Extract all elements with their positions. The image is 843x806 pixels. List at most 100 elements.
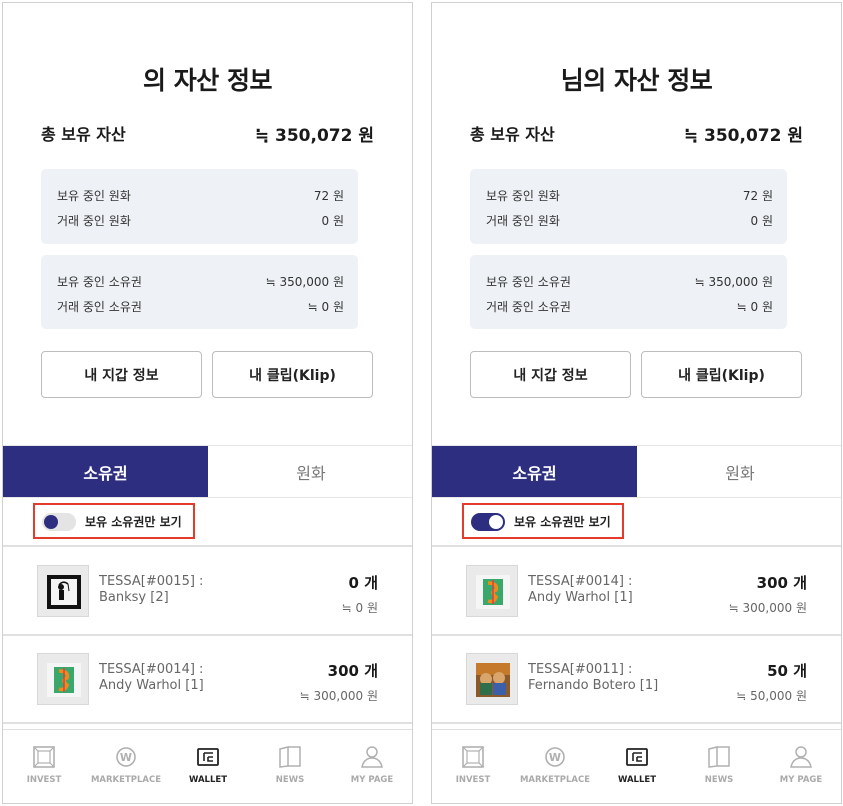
cash-held-label: 보유 중인 원화: [486, 189, 560, 203]
ownership-held-value: ≒ 350,000 원: [265, 275, 344, 289]
klip-button[interactable]: 내 클립(Klip): [641, 351, 802, 398]
cash-trading-value: 0 원: [750, 214, 774, 228]
list-item[interactable]: TESSA[#0015] : Banksy [2] 0 개 ≒ 0 원: [3, 549, 412, 635]
news-icon: [708, 746, 730, 768]
divider: [432, 497, 841, 498]
artwork-thumbnail: [466, 565, 518, 617]
artwork-id: TESSA[#0014] :: [528, 574, 633, 589]
tab-ownership[interactable]: 소유권: [3, 446, 208, 497]
ownership-trading-value: ≒ 0 원: [307, 300, 344, 314]
total-assets-row: 총 보유 자산 ≒ 350,072 원: [470, 121, 803, 147]
nav-mypage[interactable]: MY PAGE: [760, 744, 841, 785]
divider: [3, 545, 412, 547]
nav-news[interactable]: NEWS: [249, 744, 331, 785]
wallet-icon: [626, 748, 648, 766]
cash-trading-value: 0 원: [321, 214, 345, 228]
total-assets-label: 총 보유 자산: [41, 125, 126, 144]
ownership-trading-row: 거래 중인 소유권 ≒ 0 원: [486, 298, 773, 316]
owned-only-toggle[interactable]: [471, 513, 505, 531]
total-assets-value: ≒ 350,072 원: [254, 126, 374, 146]
artwork-value: ≒ 50,000 원: [736, 689, 807, 703]
artwork-name: TESSA[#0014] : Andy Warhol [1]: [99, 662, 249, 694]
cash-held-value: 72 원: [313, 189, 344, 203]
nav-invest[interactable]: INVEST: [3, 744, 85, 785]
ownership-trading-label: 거래 중인 소유권: [486, 300, 571, 314]
mypage-icon: [790, 746, 812, 768]
divider: [3, 634, 412, 636]
ownership-held-label: 보유 중인 소유권: [486, 275, 571, 289]
nav-label: WALLET: [188, 775, 227, 785]
svg-text:W: W: [120, 751, 132, 764]
divider: [432, 722, 841, 724]
ownership-summary-panel: 보유 중인 소유권 ≒ 350,000 원 거래 중인 소유권 ≒ 0 원: [41, 255, 358, 329]
cash-held-value: 72 원: [742, 189, 773, 203]
nav-label: INVEST: [455, 775, 491, 785]
nav-label: INVEST: [26, 775, 62, 785]
owned-only-toggle-highlight: 보유 소유권만 보기: [462, 503, 624, 539]
page-title: 의 자산 정보: [143, 66, 272, 95]
nav-wallet[interactable]: WALLET: [167, 744, 249, 785]
invest-icon: [462, 746, 484, 768]
svg-text:W: W: [549, 751, 561, 764]
owned-only-toggle-label: 보유 소유권만 보기: [85, 515, 182, 529]
ownership-held-label: 보유 중인 소유권: [57, 275, 142, 289]
bottom-nav: INVEST W MARKETPLACE WALLET NEWS MY PAGE: [432, 729, 841, 803]
artwork-artist: Andy Warhol [1]: [99, 678, 204, 693]
artwork-artist: Banksy [2]: [99, 590, 169, 605]
artwork-value: ≒ 300,000 원: [728, 601, 807, 615]
ownership-trading-row: 거래 중인 소유권 ≒ 0 원: [57, 298, 344, 316]
ownership-trading-value: ≒ 0 원: [736, 300, 773, 314]
list-item[interactable]: TESSA[#0014] : Andy Warhol [1] 300 개 ≒ 3…: [432, 549, 841, 635]
news-icon: [279, 746, 301, 768]
artwork-value: ≒ 300,000 원: [299, 689, 378, 703]
klip-button[interactable]: 내 클립(Klip): [212, 351, 373, 398]
wallet-icon: [197, 748, 219, 766]
ownership-held-row: 보유 중인 소유권 ≒ 350,000 원: [486, 273, 773, 291]
list-item[interactable]: TESSA[#0011] : Fernando Botero [1] 50 개 …: [432, 637, 841, 723]
ownership-held-value: ≒ 350,000 원: [694, 275, 773, 289]
nav-news[interactable]: NEWS: [678, 744, 760, 785]
cash-trading-label: 거래 중인 원화: [486, 214, 560, 228]
wallet-info-button[interactable]: 내 지갑 정보: [41, 351, 202, 398]
nav-label: MY PAGE: [350, 775, 394, 785]
wallet-info-button[interactable]: 내 지갑 정보: [470, 351, 631, 398]
artwork-thumbnail: [466, 653, 518, 705]
artwork-id: TESSA[#0014] :: [99, 662, 204, 677]
cash-trading-row: 거래 중인 원화 0 원: [486, 212, 773, 230]
nav-label: MARKETPLACE: [519, 775, 591, 785]
tab-krw[interactable]: 원화: [637, 446, 841, 497]
artwork-quantity: 0 개: [348, 574, 378, 592]
artwork-quantity: 300 개: [327, 662, 378, 680]
wallet-screen-right: 님의 자산 정보 총 보유 자산 ≒ 350,072 원 보유 중인 원화 72…: [431, 2, 842, 804]
nav-wallet[interactable]: WALLET: [596, 744, 678, 785]
nav-marketplace[interactable]: W MARKETPLACE: [514, 744, 596, 785]
tab-ownership[interactable]: 소유권: [432, 446, 637, 497]
cash-summary-panel: 보유 중인 원화 72 원 거래 중인 원화 0 원: [41, 169, 358, 244]
marketplace-icon: W: [116, 747, 136, 767]
total-assets-value: ≒ 350,072 원: [683, 126, 803, 146]
divider: [432, 545, 841, 547]
owned-only-toggle-label: 보유 소유권만 보기: [514, 515, 611, 529]
nav-marketplace[interactable]: W MARKETPLACE: [85, 744, 167, 785]
cash-held-label: 보유 중인 원화: [57, 189, 131, 203]
cash-trading-label: 거래 중인 원화: [57, 214, 131, 228]
tab-krw[interactable]: 원화: [208, 446, 412, 497]
divider: [432, 634, 841, 636]
cash-summary-panel: 보유 중인 원화 72 원 거래 중인 원화 0 원: [470, 169, 787, 244]
nav-label: MARKETPLACE: [90, 775, 162, 785]
nav-mypage[interactable]: MY PAGE: [331, 744, 412, 785]
divider: [3, 722, 412, 724]
cash-trading-row: 거래 중인 원화 0 원: [57, 212, 344, 230]
artwork-name: TESSA[#0011] : Fernando Botero [1]: [528, 662, 678, 694]
wallet-screen-left: 의 자산 정보 총 보유 자산 ≒ 350,072 원 보유 중인 원화 72 …: [2, 2, 413, 804]
owned-only-toggle[interactable]: [42, 513, 76, 531]
artwork-id: TESSA[#0015] :: [99, 574, 204, 589]
ownership-trading-label: 거래 중인 소유권: [57, 300, 142, 314]
bottom-nav: INVEST W MARKETPLACE WALLET NEWS MY PAGE: [3, 729, 412, 803]
ownership-summary-panel: 보유 중인 소유권 ≒ 350,000 원 거래 중인 소유권 ≒ 0 원: [470, 255, 787, 329]
page-title: 님의 자산 정보: [560, 66, 713, 95]
invest-icon: [33, 746, 55, 768]
artwork-quantity: 300 개: [756, 574, 807, 592]
list-item[interactable]: TESSA[#0014] : Andy Warhol [1] 300 개 ≒ 3…: [3, 637, 412, 723]
nav-invest[interactable]: INVEST: [432, 744, 514, 785]
